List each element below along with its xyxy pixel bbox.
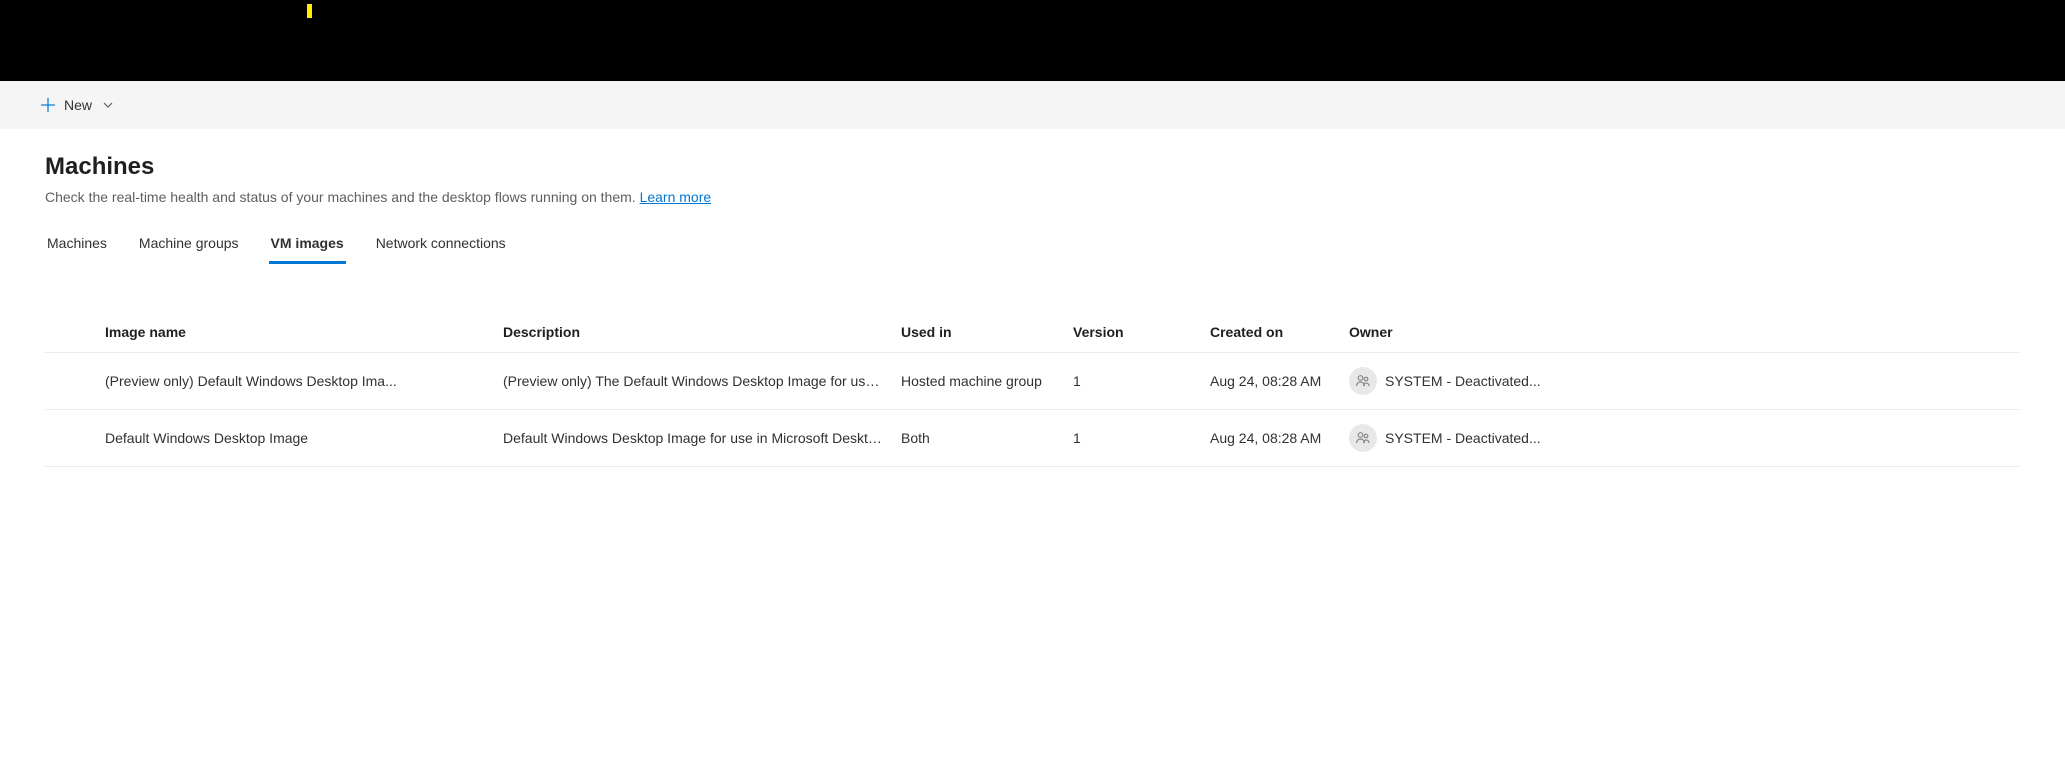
owner-avatar — [1349, 367, 1377, 395]
page-subtitle: Check the real-time health and status of… — [45, 189, 2020, 205]
top-header-bar — [0, 0, 2065, 81]
cell-image-name[interactable]: (Preview only) Default Windows Desktop I… — [105, 373, 503, 389]
cell-description: Default Windows Desktop Image for use in… — [503, 430, 901, 446]
table-row[interactable]: (Preview only) Default Windows Desktop I… — [45, 353, 2020, 410]
tab-vm-images[interactable]: VM images — [269, 225, 346, 264]
owner-text: SYSTEM - Deactivated... — [1385, 430, 1541, 446]
col-header-description[interactable]: Description — [503, 324, 901, 340]
cell-owner: SYSTEM - Deactivated... — [1349, 367, 2020, 395]
new-button[interactable]: New — [40, 93, 114, 117]
cell-owner: SYSTEM - Deactivated... — [1349, 424, 2020, 452]
page-content: Machines Check the real-time health and … — [0, 129, 2065, 467]
page-title: Machines — [45, 153, 2020, 181]
tabs-container: Machines Machine groups VM images Networ… — [45, 225, 2020, 264]
col-header-image-name[interactable]: Image name — [105, 324, 503, 340]
owner-avatar — [1349, 424, 1377, 452]
cell-version: 1 — [1073, 430, 1210, 446]
plus-icon — [40, 97, 56, 113]
col-header-version[interactable]: Version — [1073, 324, 1210, 340]
col-header-select — [45, 324, 105, 340]
owner-text: SYSTEM - Deactivated... — [1385, 373, 1541, 389]
cell-created-on: Aug 24, 08:28 AM — [1210, 430, 1349, 446]
tab-machines[interactable]: Machines — [45, 225, 109, 264]
chevron-down-icon — [102, 99, 114, 111]
col-header-created-on[interactable]: Created on — [1210, 324, 1349, 340]
person-icon — [1355, 430, 1371, 446]
col-header-used-in[interactable]: Used in — [901, 324, 1073, 340]
yellow-marker — [307, 4, 312, 18]
tab-network-connections[interactable]: Network connections — [374, 225, 508, 264]
command-bar: New — [0, 81, 2065, 129]
tab-machine-groups[interactable]: Machine groups — [137, 225, 241, 264]
cell-used-in: Both — [901, 430, 1073, 446]
subtitle-text: Check the real-time health and status of… — [45, 189, 640, 205]
cell-version: 1 — [1073, 373, 1210, 389]
cell-description: (Preview only) The Default Windows Deskt… — [503, 373, 901, 389]
new-button-label: New — [64, 97, 92, 113]
cell-used-in: Hosted machine group — [901, 373, 1073, 389]
vm-images-table: Image name Description Used in Version C… — [45, 312, 2020, 467]
table-row[interactable]: Default Windows Desktop Image Default Wi… — [45, 410, 2020, 467]
table-header-row: Image name Description Used in Version C… — [45, 312, 2020, 353]
cell-created-on: Aug 24, 08:28 AM — [1210, 373, 1349, 389]
col-header-owner[interactable]: Owner — [1349, 324, 2020, 340]
learn-more-link[interactable]: Learn more — [640, 189, 712, 205]
cell-image-name[interactable]: Default Windows Desktop Image — [105, 430, 503, 446]
person-icon — [1355, 373, 1371, 389]
